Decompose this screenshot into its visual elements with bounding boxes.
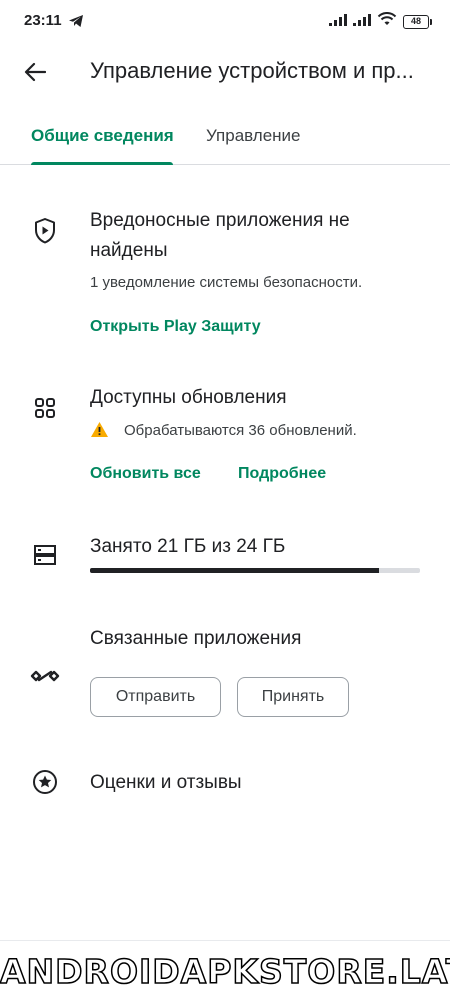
battery-level: 48 xyxy=(403,14,429,29)
star-circle-icon xyxy=(30,767,60,797)
updates-title: Доступны обновления xyxy=(90,387,287,408)
tab-overview[interactable]: Общие сведения xyxy=(31,126,174,146)
status-indicators: 48 xyxy=(329,12,432,31)
warning-icon xyxy=(90,421,109,443)
signal-icon xyxy=(329,13,347,31)
protection-title-line1: Вредоносные приложения не xyxy=(90,210,350,231)
update-all-link[interactable]: Обновить все xyxy=(90,465,201,483)
storage-progress-bar xyxy=(90,568,420,573)
wifi-icon xyxy=(377,12,397,31)
receive-button[interactable]: Принять xyxy=(237,677,349,717)
update-details-link[interactable]: Подробнее xyxy=(238,465,326,483)
send-button[interactable]: Отправить xyxy=(90,677,221,717)
storage-progress-fill xyxy=(90,568,379,573)
protection-subtitle: 1 уведомление системы безопасности. xyxy=(90,274,363,291)
battery-icon: 48 xyxy=(403,14,432,29)
back-button[interactable] xyxy=(20,58,50,86)
shield-play-icon xyxy=(30,216,60,246)
updates-status: Обрабатываются 36 обновлений. xyxy=(124,422,357,439)
tab-manage[interactable]: Управление xyxy=(206,126,301,146)
storage-icon xyxy=(30,540,60,570)
tab-indicator xyxy=(31,162,173,165)
page-title: Управление устройством и пр... xyxy=(90,58,414,83)
signal-icon-2 xyxy=(353,13,371,31)
status-bar: 23:11 48 xyxy=(0,0,450,44)
ratings-link[interactable]: Оценки и отзывы xyxy=(90,768,242,798)
open-play-protect-link[interactable]: Открыть Play Защиту xyxy=(90,318,261,336)
divider xyxy=(0,940,450,941)
status-time: 23:11 xyxy=(24,12,62,29)
telegram-icon xyxy=(68,14,84,33)
storage-label: Занято 21 ГБ из 24 ГБ xyxy=(90,536,286,557)
apps-grid-icon xyxy=(30,393,60,423)
tab-bar: Общие сведения Управление xyxy=(0,120,450,165)
linked-apps-title: Связанные приложения xyxy=(90,628,302,649)
watermark-text: ANDROIDAPKSTORE.LAT xyxy=(0,951,450,992)
arrow-back-icon xyxy=(24,62,46,82)
protection-title-line2: найдены xyxy=(90,240,168,261)
nearby-share-icon xyxy=(30,661,60,691)
app-bar: Управление устройством и пр... xyxy=(0,44,450,100)
